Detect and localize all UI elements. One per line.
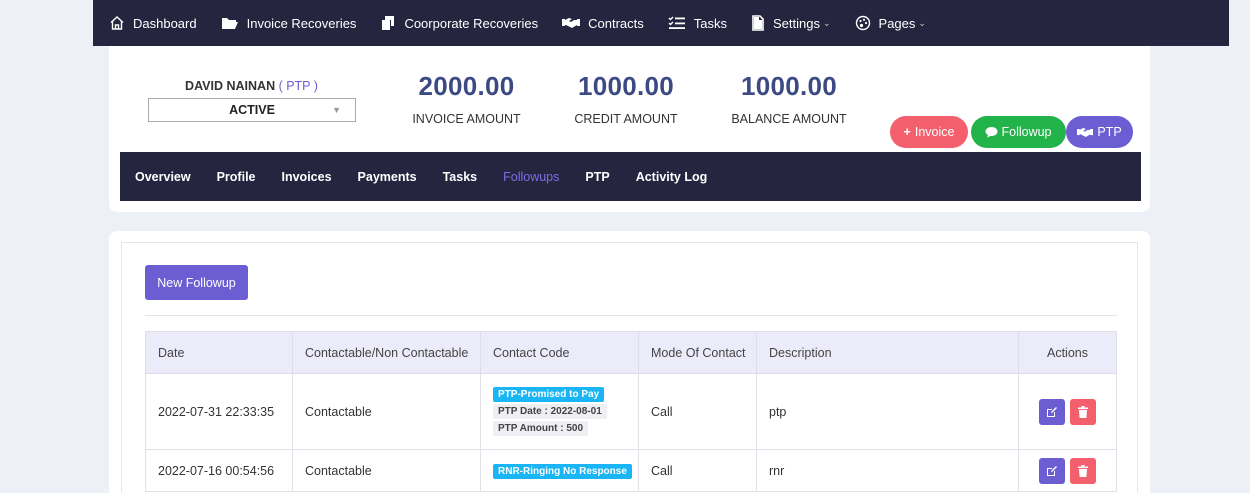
home-icon	[110, 16, 124, 30]
tab-activity-log[interactable]: Activity Log	[636, 170, 708, 184]
cell-actions	[1018, 373, 1117, 450]
add-followup-button[interactable]: Followup	[971, 116, 1066, 148]
contact-code-badge: RNR-Ringing No Response	[493, 463, 632, 479]
cell-description: rnr	[756, 449, 1019, 492]
credit-amount-value: 1000.00	[577, 71, 675, 101]
new-followup-button[interactable]: New Followup	[145, 265, 248, 300]
nav-tasks[interactable]: Tasks	[668, 16, 727, 31]
delete-button[interactable]	[1070, 457, 1097, 484]
column-header-mode[interactable]: Mode Of Contact	[638, 331, 757, 374]
cell-date: 2022-07-16 00:54:56	[145, 449, 293, 492]
delete-button[interactable]	[1070, 398, 1097, 425]
column-header-contactable[interactable]: Contactable/Non Contactable	[292, 331, 481, 374]
invoice-amount-value: 2000.00	[418, 71, 515, 101]
tab-tasks[interactable]: Tasks	[443, 170, 478, 184]
client-status-tag: ( PTP )	[278, 79, 318, 93]
add-invoice-button[interactable]: + Invoice	[890, 116, 968, 148]
nav-pages[interactable]: Pages ⌄	[855, 15, 926, 31]
nav-coorporate-recoveries[interactable]: Coorporate Recoveries	[380, 15, 538, 31]
cell-mode: Call	[638, 373, 757, 450]
nav-dashboard-label: Dashboard	[133, 15, 197, 31]
followups-table: Date Contactable/Non Contactable Contact…	[145, 331, 1117, 492]
client-summary-card: DAVID NAINAN ( PTP ) ACTIVE ▼ 2000.00 IN…	[109, 46, 1150, 212]
client-tabs: Overview Profile Invoices Payments Tasks…	[120, 152, 1141, 201]
tab-profile[interactable]: Profile	[217, 170, 256, 184]
divider	[145, 315, 1117, 316]
credit-amount: 1000.00 CREDIT AMOUNT	[561, 71, 691, 126]
nav-dashboard[interactable]: Dashboard	[109, 15, 197, 31]
nav-settings[interactable]: Settings ⌄	[751, 15, 831, 31]
status-select-value: ACTIVE	[229, 103, 275, 117]
top-navbar: Dashboard Invoice Recoveries Coorporate …	[93, 0, 1229, 46]
nav-coorporate-recoveries-label: Coorporate Recoveries	[404, 15, 539, 31]
balance-amount: 1000.00 BALANCE AMOUNT	[719, 71, 859, 126]
handshake-icon	[1077, 127, 1094, 137]
add-invoice-label: Invoice	[914, 125, 955, 139]
chevron-down-icon: ⌄	[822, 17, 831, 28]
contact-code-badge: PTP-Promised to Pay	[493, 387, 605, 402]
nav-invoice-recoveries[interactable]: Invoice Recoveries	[221, 15, 357, 31]
plus-icon: +	[903, 125, 911, 139]
edit-button[interactable]	[1038, 457, 1065, 484]
cell-contact-code: PTP-Promised to Pay PTP Date : 2022-08-0…	[480, 373, 639, 450]
edit-button[interactable]	[1038, 398, 1065, 425]
cell-contact-code: RNR-Ringing No Response	[480, 449, 639, 492]
balance-amount-label: BALANCE AMOUNT	[731, 112, 847, 126]
cell-date: 2022-07-31 22:33:35	[145, 373, 293, 450]
edit-icon	[1046, 465, 1057, 476]
followups-card: New Followup Date Contactable/Non Contac…	[109, 231, 1150, 493]
add-ptp-button[interactable]: PTP	[1066, 116, 1133, 148]
palette-icon	[855, 15, 870, 31]
nav-contracts-label: Contracts	[588, 15, 644, 31]
balance-amount-value: 1000.00	[740, 71, 838, 101]
cell-contactable: Contactable	[292, 449, 481, 492]
tab-overview[interactable]: Overview	[135, 170, 191, 184]
tab-invoices[interactable]: Invoices	[282, 170, 332, 184]
nav-invoice-recoveries-label: Invoice Recoveries	[246, 15, 357, 31]
client-name-text: DAVID NAINAN	[185, 79, 276, 93]
table-header-row: Date Contactable/Non Contactable Contact…	[145, 331, 1117, 374]
cell-mode: Call	[638, 449, 757, 492]
trash-icon	[1078, 464, 1089, 477]
trash-icon	[1078, 405, 1089, 418]
copy-icon	[382, 16, 395, 30]
chevron-down-icon: ⌄	[918, 17, 926, 28]
invoice-amount: 2000.00 INVOICE AMOUNT	[404, 71, 529, 126]
cell-description: ptp	[756, 373, 1019, 450]
column-header-contact-code[interactable]: Contact Code	[480, 331, 639, 374]
client-name: DAVID NAINAN ( PTP )	[149, 79, 354, 93]
ptp-amount-badge: PTP Amount : 500	[493, 421, 589, 436]
column-header-date[interactable]: Date	[145, 331, 293, 374]
comment-icon	[985, 127, 998, 138]
column-header-actions: Actions	[1018, 331, 1117, 374]
add-ptp-label: PTP	[1097, 125, 1122, 139]
add-followup-label: Followup	[1001, 125, 1052, 139]
column-header-description[interactable]: Description	[756, 331, 1019, 374]
table-row: 2022-07-16 00:54:56 Contactable RNR-Ring…	[145, 449, 1117, 492]
nav-contracts[interactable]: Contracts	[562, 16, 644, 31]
caret-down-icon: ▼	[332, 105, 341, 115]
followups-panel: New Followup Date Contactable/Non Contac…	[121, 242, 1138, 493]
credit-amount-label: CREDIT AMOUNT	[574, 112, 678, 126]
handshake-icon	[562, 18, 581, 28]
tab-ptp[interactable]: PTP	[585, 170, 609, 184]
edit-icon	[1046, 406, 1057, 417]
nav-pages-label: Pages	[878, 15, 916, 31]
tab-followups[interactable]: Followups	[503, 170, 559, 184]
file-icon	[752, 15, 764, 31]
table-row: 2022-07-31 22:33:35 Contactable PTP-Prom…	[145, 373, 1117, 450]
cell-actions	[1018, 449, 1117, 492]
nav-tasks-label: Tasks	[693, 15, 727, 31]
folder-icon	[221, 18, 238, 29]
status-select[interactable]: ACTIVE ▼	[148, 98, 356, 122]
list-check-icon	[668, 16, 685, 29]
invoice-amount-label: INVOICE AMOUNT	[412, 112, 521, 126]
nav-settings-label: Settings	[773, 15, 820, 31]
tab-payments[interactable]: Payments	[358, 170, 417, 184]
ptp-date-badge: PTP Date : 2022-08-01	[493, 404, 607, 419]
cell-contactable: Contactable	[292, 373, 481, 450]
